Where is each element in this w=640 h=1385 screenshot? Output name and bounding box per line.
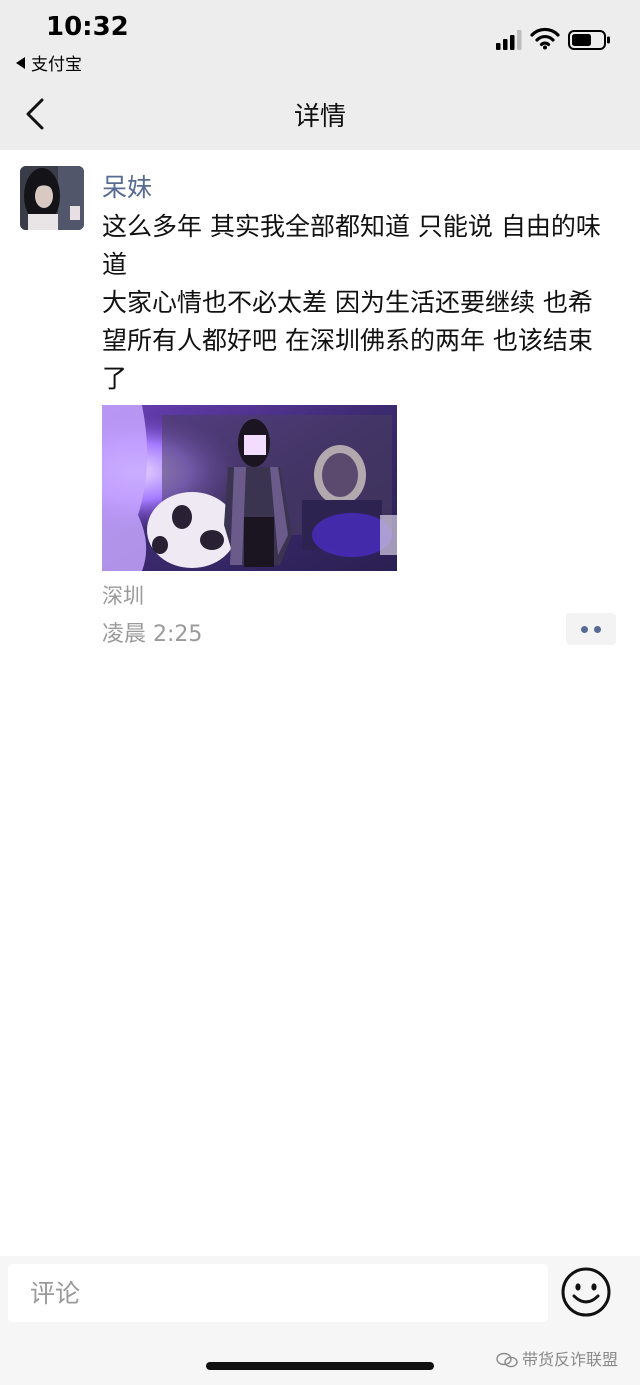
back-to-app-link[interactable]: 支付宝 (16, 50, 82, 75)
wechat-logo-icon (496, 1352, 518, 1368)
emoji-smile-icon[interactable] (560, 1266, 612, 1318)
post-location[interactable]: 深圳 (102, 580, 144, 610)
dot (581, 626, 588, 633)
photo-image (102, 405, 397, 571)
watermark: 带货反诈联盟 (496, 1346, 618, 1370)
back-triangle-icon (16, 57, 25, 69)
comment-bar: 带货反诈联盟 (0, 1256, 640, 1385)
battery-icon (568, 30, 610, 50)
page-title: 详情 (293, 102, 346, 132)
post-timestamp: 凌晨 2:25 (102, 622, 203, 647)
home-indicator (206, 1362, 434, 1370)
comment-input[interactable] (8, 1264, 548, 1322)
navigation-bar: 详情 (0, 78, 640, 150)
avatar-image (20, 166, 84, 230)
dot (594, 626, 601, 633)
post-paragraph: 这么多年 其实我全部都知道 只能说 自由的味道 (102, 212, 601, 279)
more-dots-icon[interactable] (566, 613, 616, 645)
author-name[interactable]: 呆妹 (102, 168, 152, 204)
wifi-icon (530, 27, 560, 50)
post-photo[interactable] (102, 405, 397, 571)
back-to-app-label: 支付宝 (31, 55, 82, 75)
post-paragraph: 大家心情也不必太差 因为生活还要继续 也希望所有人都好吧 在深圳佛系的两年 也该… (102, 288, 593, 393)
cellular-signal-icon (496, 30, 522, 50)
status-bar: 10:32 支付宝 (0, 0, 640, 78)
avatar[interactable] (20, 166, 84, 230)
watermark-text: 带货反诈联盟 (522, 1350, 619, 1369)
post-content: 这么多年 其实我全部都知道 只能说 自由的味道 大家心情也不必太差 因为生活还要… (102, 208, 612, 398)
status-time: 10:32 (46, 12, 129, 42)
